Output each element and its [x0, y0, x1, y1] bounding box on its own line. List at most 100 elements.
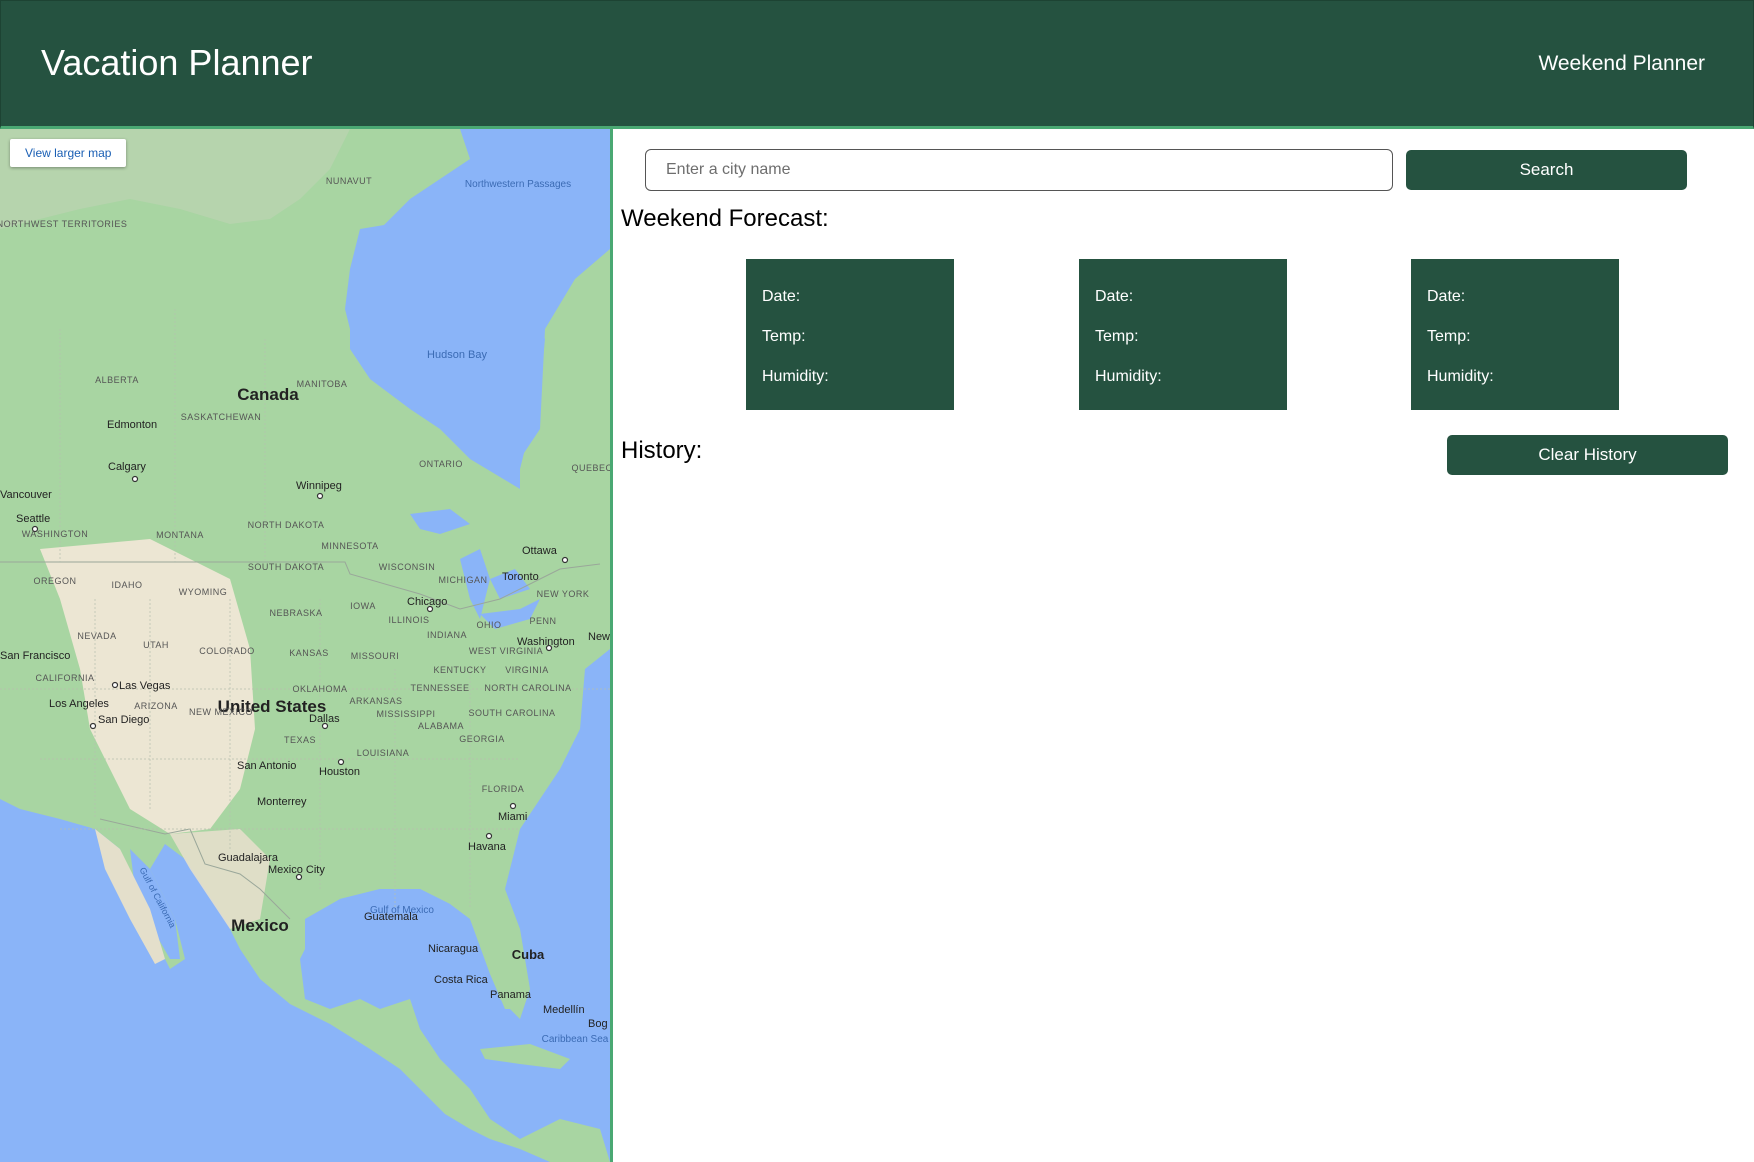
- label-toronto: Toronto: [502, 571, 539, 583]
- label-alberta: ALBERTA: [95, 375, 139, 385]
- label-new-mexico: NEW MEXICO: [189, 707, 253, 717]
- card-date-label: Date:: [762, 288, 801, 305]
- view-larger-map-link[interactable]: View larger map: [10, 139, 127, 167]
- label-nicaragua: Nicaragua: [428, 943, 479, 955]
- label-guatemala: Guatemala: [364, 911, 419, 923]
- label-south-dakota: SOUTH DAKOTA: [248, 562, 324, 572]
- label-manitoba: MANITOBA: [297, 379, 348, 389]
- label-wisconsin: WISCONSIN: [379, 562, 436, 572]
- label-virginia: VIRGINIA: [505, 665, 549, 675]
- label-northwest-territories: NORTHWEST TERRITORIES: [0, 219, 127, 229]
- label-new-york: NEW YORK: [537, 589, 590, 599]
- label-south-carolina: SOUTH CAROLINA: [468, 708, 555, 718]
- label-alabama: ALABAMA: [418, 721, 464, 731]
- label-tennessee: TENNESSEE: [410, 683, 469, 693]
- label-las-vegas: Las Vegas: [119, 680, 171, 692]
- label-havana: Havana: [468, 841, 507, 853]
- label-caribbean-sea: Caribbean Sea: [542, 1034, 609, 1045]
- label-san-diego: San Diego: [98, 714, 149, 726]
- app-header: Vacation Planner Weekend Planner: [0, 0, 1754, 129]
- label-kentucky: KENTUCKY: [433, 665, 486, 675]
- label-costa-rica: Costa Rica: [434, 974, 489, 986]
- label-quebec: QUEBEC: [571, 463, 610, 473]
- label-panama: Panama: [490, 989, 532, 1001]
- label-canada: Canada: [237, 385, 299, 404]
- label-houston: Houston: [319, 766, 360, 778]
- forecast-card-2: Date: Temp: Humidity:: [1079, 259, 1287, 410]
- label-kansas: KANSAS: [289, 648, 329, 658]
- forecast-card-3: Date: Temp: Humidity:: [1411, 259, 1619, 410]
- marker-chicago: [426, 605, 434, 613]
- label-los-angeles: Los Angeles: [49, 698, 109, 710]
- label-michigan: MICHIGAN: [439, 575, 488, 585]
- label-north-carolina: NORTH CAROLINA: [484, 683, 571, 693]
- marker-las-vegas: [111, 681, 119, 689]
- forecast-card-1: Date: Temp: Humidity:: [746, 259, 954, 410]
- label-northwestern-passages: Northwestern Passages: [465, 179, 571, 190]
- label-florida: FLORIDA: [482, 784, 525, 794]
- marker-washington: [545, 644, 553, 652]
- marker-winnipeg: [316, 492, 324, 500]
- label-oregon: OREGON: [33, 576, 76, 586]
- label-wyoming: WYOMING: [179, 587, 228, 597]
- label-washington-state: WASHINGTON: [22, 529, 89, 539]
- label-new-york-city: New: [588, 631, 610, 643]
- label-chicago: Chicago: [407, 596, 447, 608]
- marker-ottawa: [561, 556, 569, 564]
- label-montana: MONTANA: [156, 530, 204, 540]
- forecast-title: Weekend Forecast:: [621, 205, 829, 232]
- label-winnipeg: Winnipeg: [296, 480, 342, 492]
- marker-houston: [337, 758, 345, 766]
- label-nunavut: NUNAVUT: [326, 176, 372, 186]
- label-nebraska: NEBRASKA: [269, 608, 322, 618]
- weekend-planner-link[interactable]: Weekend Planner: [1538, 51, 1705, 77]
- card-temp-label: Temp:: [762, 328, 806, 345]
- app-title: Vacation Planner: [41, 42, 313, 83]
- label-indiana: INDIANA: [427, 630, 467, 640]
- marker-seattle: [31, 525, 39, 533]
- clear-history-button[interactable]: Clear History: [1447, 435, 1728, 475]
- label-idaho: IDAHO: [111, 580, 142, 590]
- card-temp-label: Temp:: [1427, 328, 1471, 345]
- marker-miami: [509, 802, 517, 810]
- label-ontario: ONTARIO: [419, 459, 463, 469]
- card-humidity-label: Humidity:: [762, 368, 829, 385]
- map-panel[interactable]: Canada United States Mexico Cuba Hudson …: [0, 129, 613, 1162]
- marker-san-diego: [89, 722, 97, 730]
- main-content: Search Weekend Forecast: Date: Temp: Hum…: [613, 129, 1754, 1162]
- marker-calgary: [131, 475, 139, 483]
- marker-dallas: [321, 722, 329, 730]
- label-bogota: Bog: [588, 1018, 608, 1030]
- label-washington-dc: Washington: [517, 636, 575, 648]
- card-date-label: Date:: [1095, 288, 1134, 305]
- card-humidity-label: Humidity:: [1095, 368, 1162, 385]
- label-arizona: ARIZONA: [134, 701, 178, 711]
- label-monterrey: Monterrey: [257, 796, 307, 808]
- label-vancouver: Vancouver: [0, 489, 52, 501]
- marker-mexico-city: [295, 873, 303, 881]
- city-search-input[interactable]: [645, 149, 1393, 191]
- label-mexico: Mexico: [231, 916, 289, 935]
- label-ohio: OHIO: [476, 620, 501, 630]
- label-guadalajara: Guadalajara: [218, 852, 279, 864]
- label-missouri: MISSOURI: [351, 651, 400, 661]
- label-hudson-bay: Hudson Bay: [427, 349, 487, 361]
- label-san-antonio: San Antonio: [237, 760, 296, 772]
- card-date-label: Date:: [1427, 288, 1466, 305]
- search-button[interactable]: Search: [1406, 150, 1687, 190]
- label-texas: TEXAS: [284, 735, 316, 745]
- label-colorado: COLORADO: [199, 646, 255, 656]
- label-minnesota: MINNESOTA: [321, 541, 378, 551]
- map-canvas[interactable]: Canada United States Mexico Cuba Hudson …: [0, 129, 610, 1162]
- label-miami: Miami: [498, 811, 527, 823]
- history-list: [621, 489, 1721, 1089]
- label-calgary: Calgary: [108, 461, 146, 473]
- label-edmonton: Edmonton: [107, 419, 157, 431]
- label-mexico-city: Mexico City: [268, 864, 325, 876]
- label-ottawa: Ottawa: [522, 545, 558, 557]
- label-illinois: ILLINOIS: [388, 615, 429, 625]
- history-title: History:: [621, 437, 703, 464]
- label-oklahoma: OKLAHOMA: [292, 684, 347, 694]
- marker-havana: [485, 832, 493, 840]
- label-san-francisco: San Francisco: [0, 650, 70, 662]
